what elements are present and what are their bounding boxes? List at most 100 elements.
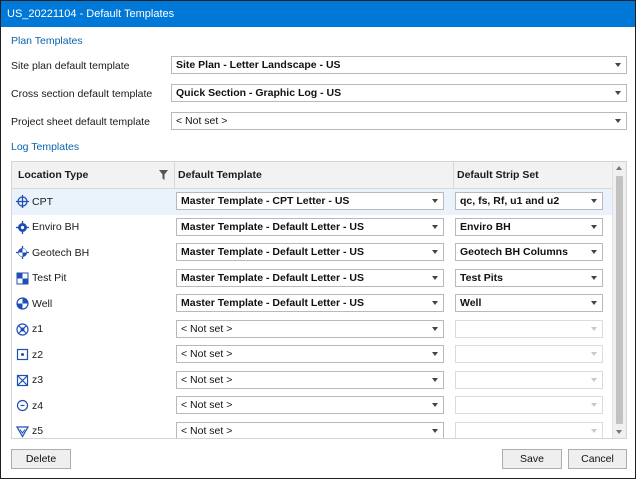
chevron-down-icon <box>615 119 621 123</box>
chevron-down-icon <box>432 199 438 203</box>
log-template-select[interactable]: Master Template - Default Letter - US <box>176 243 444 261</box>
site-plan-label: Site plan default template <box>11 60 130 72</box>
location-type-cell: CPT <box>16 189 53 214</box>
strip-set-select[interactable]: Geotech BH Columns <box>455 243 603 261</box>
location-type-cell: z1 <box>16 317 43 342</box>
chevron-down-icon <box>432 428 438 433</box>
chevron-down-icon <box>432 275 438 280</box>
vertical-scrollbar[interactable] <box>612 162 626 438</box>
table-row[interactable]: Well Master Template - Default Letter - … <box>12 291 614 317</box>
delete-button[interactable]: Delete <box>11 449 71 469</box>
grid-header: Location Type Default Template Default S… <box>12 162 614 189</box>
z1-symbol-icon <box>16 322 29 336</box>
table-row[interactable]: z1 < Not set > <box>12 317 614 343</box>
cancel-button[interactable]: Cancel <box>568 449 627 469</box>
z3-symbol-icon <box>16 374 29 386</box>
chevron-down-icon <box>591 224 597 229</box>
table-row[interactable]: Enviro BH Master Template - Default Lett… <box>12 215 614 241</box>
strip-set-select <box>455 319 603 338</box>
chevron-down-icon <box>432 352 438 356</box>
table-row[interactable]: Test Pit Master Template - Default Lette… <box>12 266 614 292</box>
default-strip-set-header[interactable]: Default Strip Set <box>457 162 539 188</box>
chevron-down-icon <box>591 352 597 356</box>
strip-set-select[interactable]: Test Pits <box>455 268 603 287</box>
save-button[interactable]: Save <box>502 449 562 469</box>
log-template-select[interactable]: < Not set > <box>176 345 444 363</box>
location-type-cell: z5 <box>16 419 43 439</box>
chevron-down-icon <box>591 250 597 254</box>
location-type-header[interactable]: Location Type <box>18 162 88 188</box>
cross-section-template-select[interactable]: Quick Section - Graphic Log - US <box>171 84 627 102</box>
strip-set-select <box>455 396 603 414</box>
location-type-cell: z2 <box>16 342 43 367</box>
chevron-down-icon <box>591 428 597 433</box>
strip-set-select <box>455 370 603 389</box>
log-template-select[interactable]: Master Template - Default Letter - US <box>176 268 444 287</box>
default-template-header[interactable]: Default Template <box>178 162 262 188</box>
default-templates-dialog: US_20221104 - Default Templates Plan Tem… <box>0 0 636 479</box>
title-bar: US_20221104 - Default Templates <box>1 1 635 27</box>
site-plan-template-select[interactable]: Site Plan - Letter Landscape - US <box>171 56 627 74</box>
enviro-bh-symbol-icon <box>16 220 29 234</box>
chevron-down-icon <box>591 275 597 280</box>
location-type-cell: Test Pit <box>16 266 66 291</box>
strip-set-select <box>455 421 603 438</box>
site-plan-template-value: Site Plan - Letter Landscape - US <box>176 59 341 71</box>
test-pit-symbol-icon <box>16 272 29 284</box>
z4-symbol-icon <box>16 399 29 412</box>
strip-set-select[interactable]: Well <box>455 294 603 312</box>
chevron-down-icon <box>432 250 438 254</box>
table-row[interactable]: z5 < Not set > <box>12 419 614 439</box>
well-symbol-icon <box>16 297 29 310</box>
cpt-symbol-icon <box>16 195 29 208</box>
chevron-down-icon <box>591 377 597 382</box>
log-templates-heading: Log Templates <box>11 141 80 153</box>
plan-templates-heading: Plan Templates <box>11 35 83 47</box>
log-template-select[interactable]: < Not set > <box>176 370 444 389</box>
location-type-cell: Well <box>16 291 52 316</box>
chevron-down-icon <box>591 301 597 305</box>
filter-icon[interactable] <box>159 170 168 180</box>
chevron-down-icon <box>432 377 438 382</box>
cross-section-template-value: Quick Section - Graphic Log - US <box>176 87 342 99</box>
chevron-down-icon <box>432 403 438 407</box>
geotech-bh-symbol-icon <box>16 246 29 259</box>
table-row[interactable]: z2 < Not set > <box>12 342 614 368</box>
strip-set-select[interactable]: qc, fs, Rf, u1 and u2 <box>455 192 603 210</box>
chevron-down-icon <box>432 326 438 331</box>
scroll-down-icon[interactable] <box>616 430 622 434</box>
window-title: US_20221104 - Default Templates <box>7 8 175 20</box>
log-template-select[interactable]: Master Template - CPT Letter - US <box>176 192 444 210</box>
table-row[interactable]: Geotech BH Master Template - Default Let… <box>12 240 614 266</box>
log-template-select[interactable]: Master Template - Default Letter - US <box>176 294 444 312</box>
location-type-cell: Geotech BH <box>16 240 89 265</box>
location-type-cell: z4 <box>16 393 43 418</box>
scroll-thumb[interactable] <box>616 176 623 424</box>
table-row[interactable]: z4 < Not set > <box>12 393 614 419</box>
chevron-down-icon <box>591 403 597 407</box>
strip-set-select[interactable]: Enviro BH <box>455 217 603 236</box>
log-templates-grid: Location Type Default Template Default S… <box>11 161 627 439</box>
location-type-cell: Enviro BH <box>16 215 79 240</box>
chevron-down-icon <box>432 301 438 305</box>
table-row[interactable]: z3 < Not set > <box>12 368 614 394</box>
z2-symbol-icon <box>16 348 29 361</box>
chevron-down-icon <box>615 91 621 95</box>
chevron-down-icon <box>615 63 621 67</box>
project-sheet-template-select[interactable]: < Not set > <box>171 112 627 130</box>
table-row[interactable]: CPT Master Template - CPT Letter - US qc… <box>12 189 614 215</box>
log-template-select[interactable]: Master Template - Default Letter - US <box>176 217 444 236</box>
chevron-down-icon <box>591 326 597 331</box>
cross-section-label: Cross section default template <box>11 88 153 100</box>
project-sheet-template-value: < Not set > <box>176 115 228 127</box>
project-sheet-label: Project sheet default template <box>11 116 150 128</box>
z5-symbol-icon <box>16 425 29 438</box>
log-template-select[interactable]: < Not set > <box>176 396 444 414</box>
strip-set-select <box>455 345 603 363</box>
chevron-down-icon <box>432 224 438 229</box>
location-type-cell: z3 <box>16 368 43 393</box>
log-template-select[interactable]: < Not set > <box>176 319 444 338</box>
chevron-down-icon <box>591 199 597 203</box>
log-template-select[interactable]: < Not set > <box>176 421 444 438</box>
scroll-up-icon[interactable] <box>616 166 622 170</box>
